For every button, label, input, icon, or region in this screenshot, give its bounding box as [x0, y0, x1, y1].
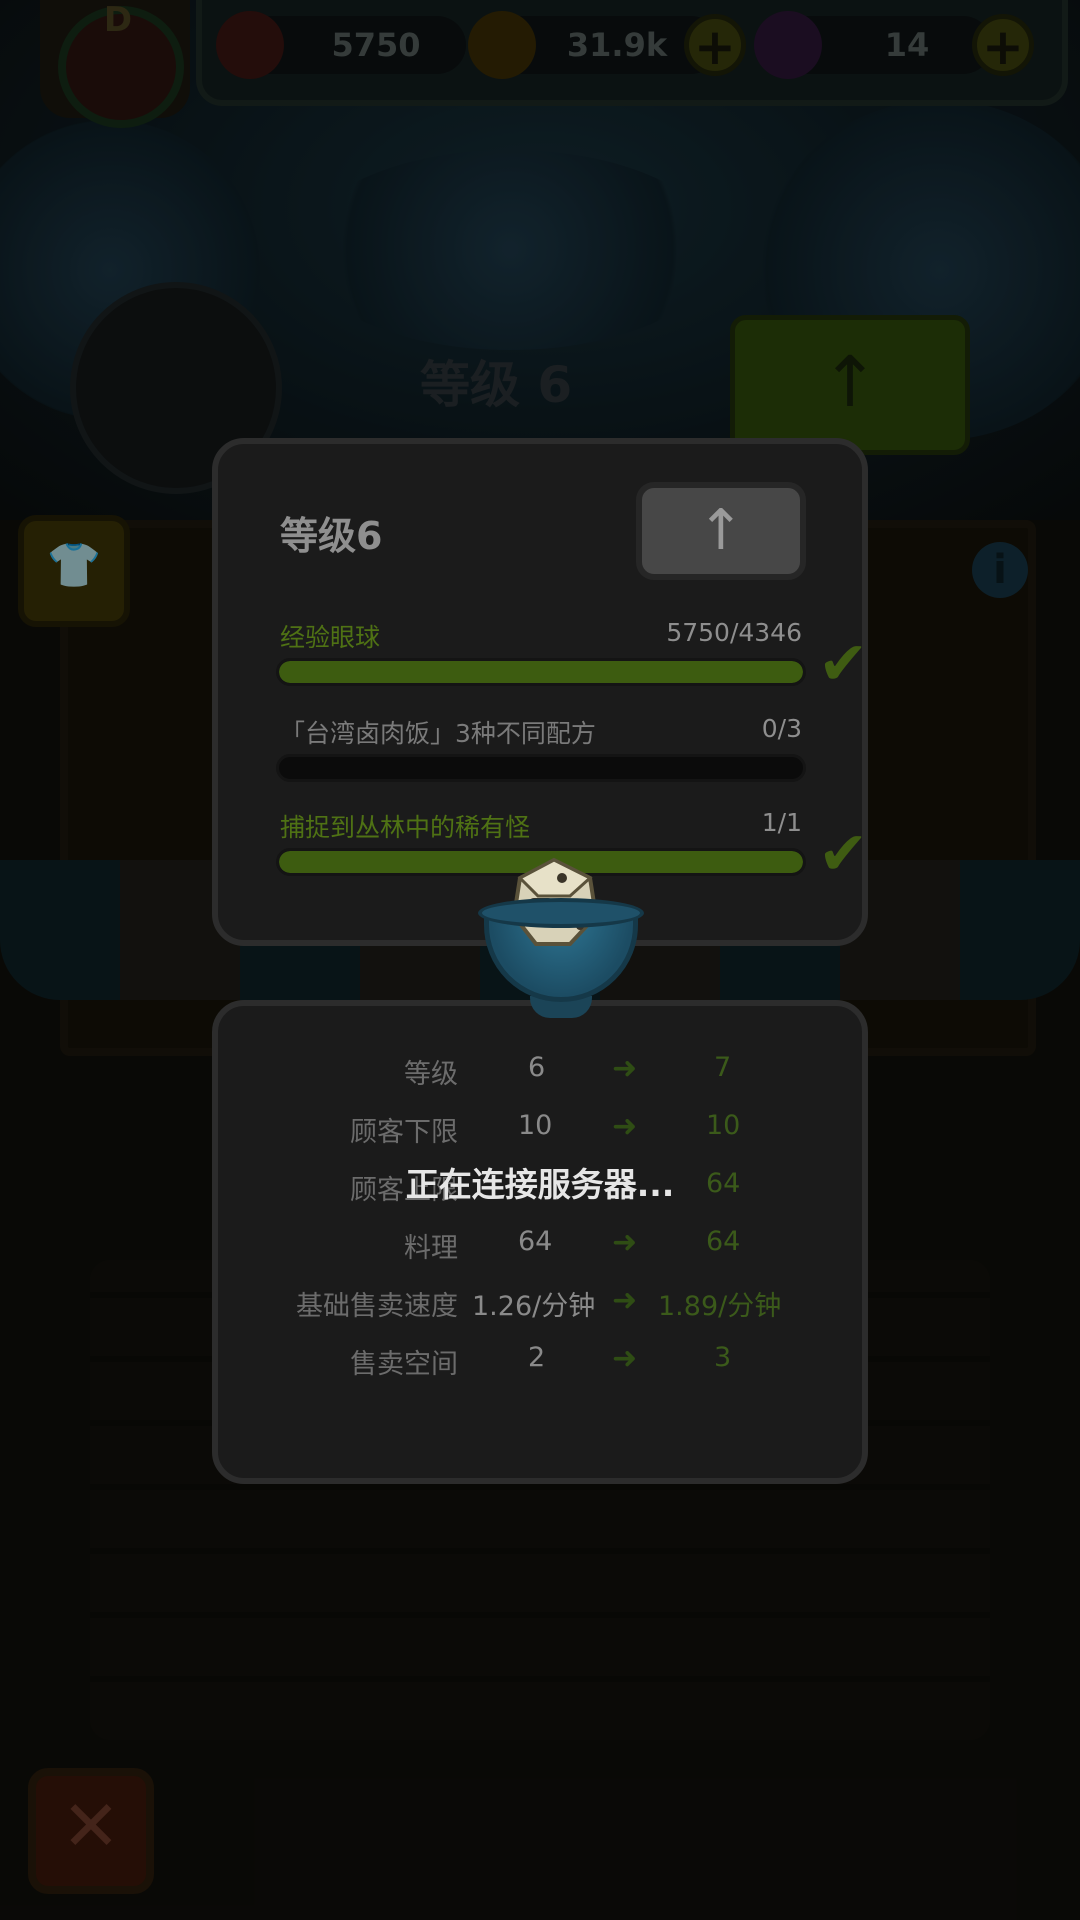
loading-message: 正在连接服务器...: [405, 1165, 675, 1204]
stat-next: 1.89/分钟: [658, 1291, 782, 1322]
stat-next: 3: [714, 1342, 732, 1373]
stat-next: 64: [706, 1226, 741, 1257]
stat-row: 基础售卖速度 1.26/分钟 ➜ 1.89/分钟: [212, 1284, 868, 1324]
arrow-right-icon: ➜: [612, 1225, 638, 1260]
stat-row: 售卖空间 2 ➜ 3: [212, 1342, 868, 1382]
bowl-rim: [478, 898, 644, 928]
check-icon: ✔: [818, 819, 869, 889]
stat-next: 7: [714, 1052, 732, 1083]
panel-title: 等级6: [280, 514, 383, 558]
stat-current: 10: [518, 1110, 553, 1141]
stat-current: 2: [528, 1342, 546, 1373]
stat-current: 6: [528, 1052, 546, 1083]
arrow-up-icon: ↑: [697, 498, 745, 563]
arrow-right-icon: ➜: [612, 1109, 638, 1144]
stat-row: 料理 64 ➜ 64: [212, 1226, 868, 1266]
stat-label: 料理: [404, 1233, 458, 1264]
arrow-right-icon: ➜: [612, 1051, 638, 1086]
stat-label: 顾客下限: [350, 1117, 458, 1148]
requirement-value: 1/1: [761, 808, 802, 837]
arrow-right-icon: ➜: [612, 1341, 638, 1376]
check-icon: ✔: [818, 629, 869, 699]
requirement-progress-bar: [276, 658, 806, 686]
requirement-label: 「台湾卤肉饭」3种不同配方: [280, 719, 596, 748]
stat-current: 64: [518, 1226, 553, 1257]
stat-next: 10: [706, 1110, 741, 1141]
requirement-value: 5750/4346: [666, 618, 802, 647]
stat-label: 等级: [404, 1059, 458, 1090]
stat-label: 基础售卖速度: [296, 1291, 458, 1322]
arrow-right-icon: ➜: [612, 1283, 638, 1318]
stat-row: 等级 6 ➜ 7: [212, 1052, 868, 1092]
requirement-label: 捕捉到丛林中的稀有怪: [280, 813, 531, 842]
progress-fill: [279, 661, 803, 683]
requirement-progress-bar: [276, 754, 806, 782]
stat-row: 顾客下限 10 ➜ 10: [212, 1110, 868, 1150]
requirement-value: 0/3: [761, 714, 802, 743]
upgrade-button[interactable]: ↑: [636, 482, 806, 580]
stat-label: 售卖空间: [350, 1349, 458, 1380]
requirement-label: 经验眼球: [280, 623, 381, 652]
